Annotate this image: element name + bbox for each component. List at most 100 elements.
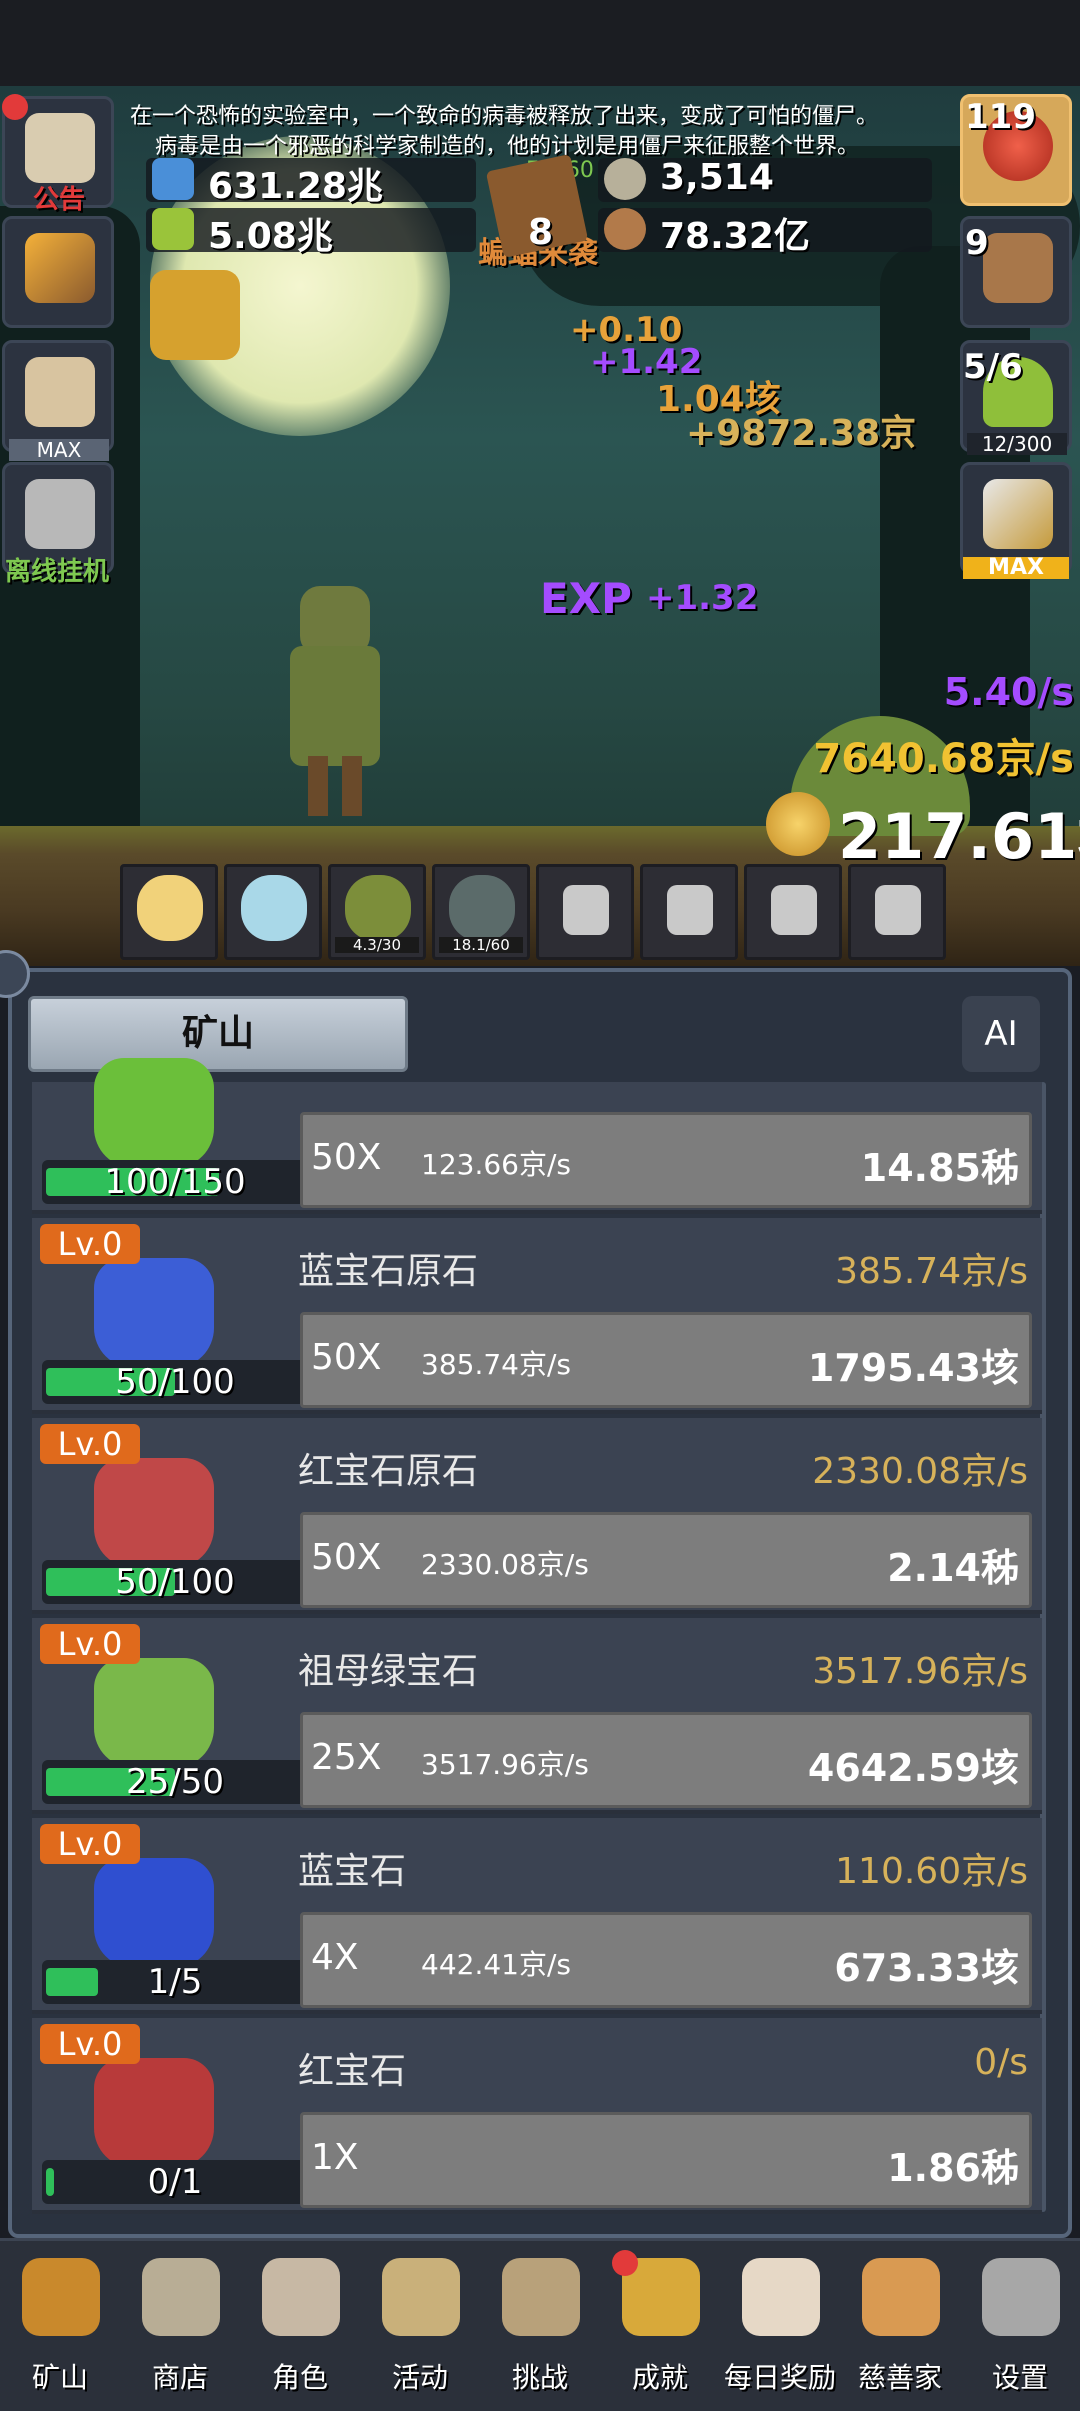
chest-count: 9 bbox=[965, 223, 989, 263]
nav-notification-dot bbox=[612, 2250, 638, 2276]
pet-slot[interactable] bbox=[120, 864, 218, 960]
nav-label: 活动 bbox=[391, 2361, 448, 2394]
sword-max-badge: MAX bbox=[963, 557, 1069, 579]
mine-row: Lv.0 50/100 红宝石原石 2330.08京/s 50X 2330.08京/s 2.… bbox=[32, 1418, 1042, 1614]
lantern-icon bbox=[22, 2258, 100, 2336]
upgrade-cost: 1.86秭 bbox=[887, 2146, 1019, 2190]
exp-label: EXP bbox=[540, 574, 632, 623]
story-line-2: 病毒是由一个邪恶的科学家制造的，他的计划是用僵尸来征服整个世界。 bbox=[155, 134, 860, 159]
nav-label: 角色 bbox=[271, 2361, 328, 2394]
mine-rate: 385.74京/s bbox=[835, 1251, 1028, 1292]
nav-label: 慈善家 bbox=[857, 2361, 942, 2394]
pet-slot[interactable]: 18.1/60 bbox=[432, 864, 530, 960]
chest-button[interactable]: 9 bbox=[960, 216, 1072, 328]
book-count: 8 bbox=[528, 212, 554, 253]
nav-item[interactable]: 设置 bbox=[960, 2244, 1080, 2404]
nav-item[interactable]: 每日奖励 bbox=[720, 2244, 840, 2404]
nav-item[interactable]: 角色 bbox=[240, 2244, 360, 2404]
mine-progress: 50/100 bbox=[42, 1360, 308, 1404]
level-badge: Lv.0 bbox=[40, 1824, 140, 1864]
sword-button[interactable]: MAX bbox=[960, 462, 1072, 579]
tab-mine[interactable]: 矿山 bbox=[28, 996, 408, 1072]
upgrade-button[interactable]: 1X 1.86秭 bbox=[300, 2112, 1032, 2208]
coin-icon bbox=[766, 792, 830, 856]
upgrade-button[interactable]: 4X 442.41京/s 673.33垓 bbox=[300, 1912, 1032, 2008]
sword-icon bbox=[983, 479, 1053, 549]
potion-count: 119 bbox=[965, 97, 1036, 137]
slime-button[interactable]: 5/6 12/300 bbox=[960, 340, 1072, 455]
nav-label: 商店 bbox=[151, 2361, 208, 2394]
pet-slot[interactable] bbox=[640, 864, 738, 960]
slime-progress: 12/300 bbox=[967, 433, 1067, 455]
mine-progress: 1/5 bbox=[42, 1960, 308, 2004]
upgrade-multiplier: 50X bbox=[311, 1537, 382, 1578]
mine-progress: 100/150 bbox=[42, 1160, 308, 1204]
mine-name: 祖母绿宝石 bbox=[298, 1651, 479, 1692]
letter-icon bbox=[742, 2258, 820, 2336]
level-badge: Lv.0 bbox=[40, 1624, 140, 1664]
mine-progress-text: 0/1 bbox=[147, 2162, 203, 2202]
announcement-label: 公告 bbox=[33, 185, 86, 215]
potion-button[interactable]: 119 bbox=[960, 94, 1072, 206]
upgrade-cost: 4642.59垓 bbox=[807, 1746, 1019, 1790]
green-potion-icon bbox=[152, 208, 194, 250]
float-number: +1.32 bbox=[646, 578, 759, 618]
lock-icon bbox=[875, 885, 921, 935]
mine-progress-text: 1/5 bbox=[147, 1962, 203, 2002]
lock-icon bbox=[771, 885, 817, 935]
level-badge: Lv.0 bbox=[40, 2024, 140, 2064]
mine-progress-text: 50/100 bbox=[115, 1362, 235, 1402]
nav-item[interactable]: 商店 bbox=[120, 2244, 240, 2404]
mine-rate: 0/s bbox=[974, 2042, 1028, 2083]
ghost-pet-icon bbox=[449, 875, 515, 941]
upgrade-multiplier: 25X bbox=[311, 1737, 382, 1778]
pet-slot[interactable] bbox=[744, 864, 842, 960]
scroll-icon bbox=[25, 113, 95, 183]
upgrade-button[interactable]: 50X 385.74京/s 1795.43垓 bbox=[300, 1312, 1032, 1408]
candle-icon bbox=[137, 875, 203, 941]
mug-icon bbox=[25, 357, 95, 427]
gold-rate: 7640.68京/s bbox=[813, 736, 1074, 782]
nav-item[interactable]: 矿山 bbox=[0, 2244, 120, 2404]
pet-slot[interactable]: 4.3/30 bbox=[328, 864, 426, 960]
upgrade-rate: 385.74京/s bbox=[421, 1348, 571, 1381]
coin-stack-icon bbox=[604, 158, 646, 200]
green-potion-value: 5.08兆 bbox=[208, 216, 333, 257]
upgrade-button[interactable]: 50X 123.66京/s 14.85秭 bbox=[300, 1112, 1032, 1208]
offline-button[interactable]: 离线挂机 bbox=[2, 462, 114, 587]
upgrade-cost: 2.14秭 bbox=[887, 1546, 1019, 1590]
mine-progress-text: 50/100 bbox=[115, 1562, 235, 1602]
meat-icon bbox=[604, 208, 646, 250]
upgrade-multiplier: 1X bbox=[311, 2137, 359, 2178]
mine-rate: 2330.08京/s bbox=[812, 1451, 1028, 1492]
mine-progress-text: 100/150 bbox=[104, 1162, 246, 1202]
chest-icon bbox=[983, 233, 1053, 303]
mug-button[interactable]: MAX bbox=[2, 340, 114, 461]
ai-button[interactable]: AI bbox=[962, 996, 1040, 1072]
upgrade-button[interactable]: 25X 3517.96京/s 4642.59垓 bbox=[300, 1712, 1032, 1808]
mine-name: 红宝石原石 bbox=[298, 1451, 479, 1492]
nav-item[interactable]: 活动 bbox=[360, 2244, 480, 2404]
pet-slot[interactable] bbox=[848, 864, 946, 960]
mine-name: 蓝宝石 bbox=[298, 1851, 407, 1892]
gold-total: 217.61垓 bbox=[838, 800, 1080, 873]
mine-row: Lv.0 1/5 蓝宝石 110.60京/s 4X 442.41京/s 673.33垓 bbox=[32, 1818, 1042, 2014]
pet-slot-progress: 18.1/60 bbox=[439, 937, 523, 953]
upgrade-multiplier: 4X bbox=[311, 1937, 359, 1978]
status-bar bbox=[0, 0, 1080, 86]
pet-slot[interactable] bbox=[536, 864, 634, 960]
mine-progress: 50/100 bbox=[42, 1560, 308, 1604]
torch-button[interactable] bbox=[2, 216, 114, 328]
locked-key-icon[interactable] bbox=[150, 270, 240, 360]
pet-slot[interactable] bbox=[224, 864, 322, 960]
upgrade-multiplier: 50X bbox=[311, 1137, 382, 1178]
mug-max-badge: MAX bbox=[9, 439, 109, 461]
nav-item[interactable]: 慈善家 bbox=[840, 2244, 960, 2404]
mine-progress-text: 25/50 bbox=[126, 1762, 224, 1802]
upgrade-button[interactable]: 50X 2330.08京/s 2.14秭 bbox=[300, 1512, 1032, 1608]
exp-rate: 5.40/s bbox=[943, 670, 1074, 714]
mine-row: 100/150 50X 123.66京/s 14.85秭 bbox=[32, 1058, 1042, 1214]
story-line-1: 在一个恐怖的实验室中，一个致命的病毒被释放了出来，变成了可怕的僵尸。 bbox=[130, 104, 879, 129]
nav-item[interactable]: 挑战 bbox=[480, 2244, 600, 2404]
shell-icon bbox=[142, 2258, 220, 2336]
